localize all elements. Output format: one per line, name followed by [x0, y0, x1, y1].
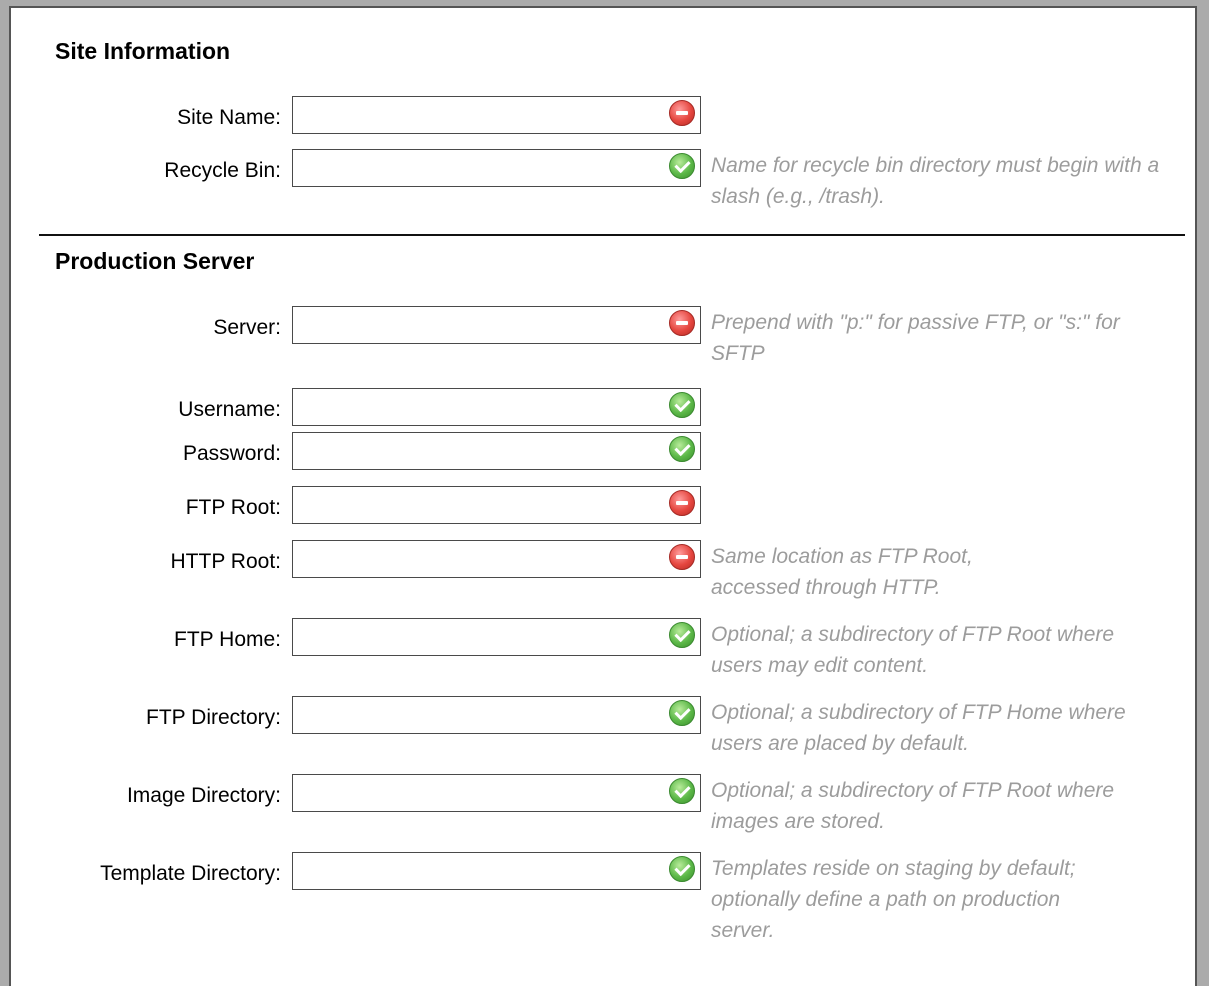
recycle-bin-hint: Name for recycle bin directory must begi… — [711, 154, 1160, 208]
template-directory-input[interactable] — [292, 852, 701, 890]
section-title-production-server: Production Server — [55, 248, 255, 274]
site-name-label: Site Name: — [177, 106, 281, 129]
ftp-home-label: FTP Home: — [174, 628, 281, 651]
server-label: Server: — [213, 316, 281, 339]
image-directory-label: Image Directory: — [126, 784, 281, 807]
error-icon — [669, 544, 695, 570]
server-input[interactable] — [292, 306, 701, 344]
ftp-directory-hint: Optional; a subdirectory of FTP Home whe… — [711, 701, 1126, 755]
error-icon — [669, 490, 695, 516]
success-icon — [669, 856, 695, 882]
ftp-directory-input[interactable] — [292, 696, 701, 734]
success-icon — [669, 778, 695, 804]
success-icon — [669, 436, 695, 462]
success-icon — [669, 622, 695, 648]
http-root-label: HTTP Root: — [170, 550, 281, 573]
server-hint: Prepend with "p:" for passive FTP, or "s… — [711, 311, 1120, 365]
ftp-home-input[interactable] — [292, 618, 701, 656]
settings-panel: Site Information Site Name: Recycle Bin:… — [9, 6, 1197, 986]
recycle-bin-label: Recycle Bin: — [164, 159, 281, 182]
section-title-site-information: Site Information — [55, 38, 231, 64]
http-root-input[interactable] — [292, 540, 701, 578]
ftp-root-input[interactable] — [292, 486, 701, 524]
http-root-hint: Same location as FTP Root, accessed thro… — [711, 545, 973, 599]
success-icon — [669, 700, 695, 726]
ftp-directory-label: FTP Directory: — [146, 706, 281, 729]
template-directory-hint: Templates reside on staging by default; … — [711, 857, 1076, 942]
ftp-home-hint: Optional; a subdirectory of FTP Root whe… — [711, 623, 1115, 677]
success-icon — [669, 392, 695, 418]
username-input[interactable] — [292, 388, 701, 426]
recycle-bin-input[interactable] — [292, 149, 701, 187]
password-input[interactable] — [292, 432, 701, 470]
username-label: Username: — [178, 398, 281, 421]
password-label: Password: — [182, 442, 281, 465]
success-icon — [669, 153, 695, 179]
error-icon — [669, 310, 695, 336]
image-directory-hint: Optional; a subdirectory of FTP Root whe… — [711, 779, 1115, 833]
image-directory-input[interactable] — [292, 774, 701, 812]
template-directory-label: Template Directory: — [100, 862, 281, 885]
error-icon — [669, 100, 695, 126]
site-name-input[interactable] — [292, 96, 701, 134]
ftp-root-label: FTP Root: — [185, 496, 281, 519]
section-divider — [39, 234, 1185, 236]
